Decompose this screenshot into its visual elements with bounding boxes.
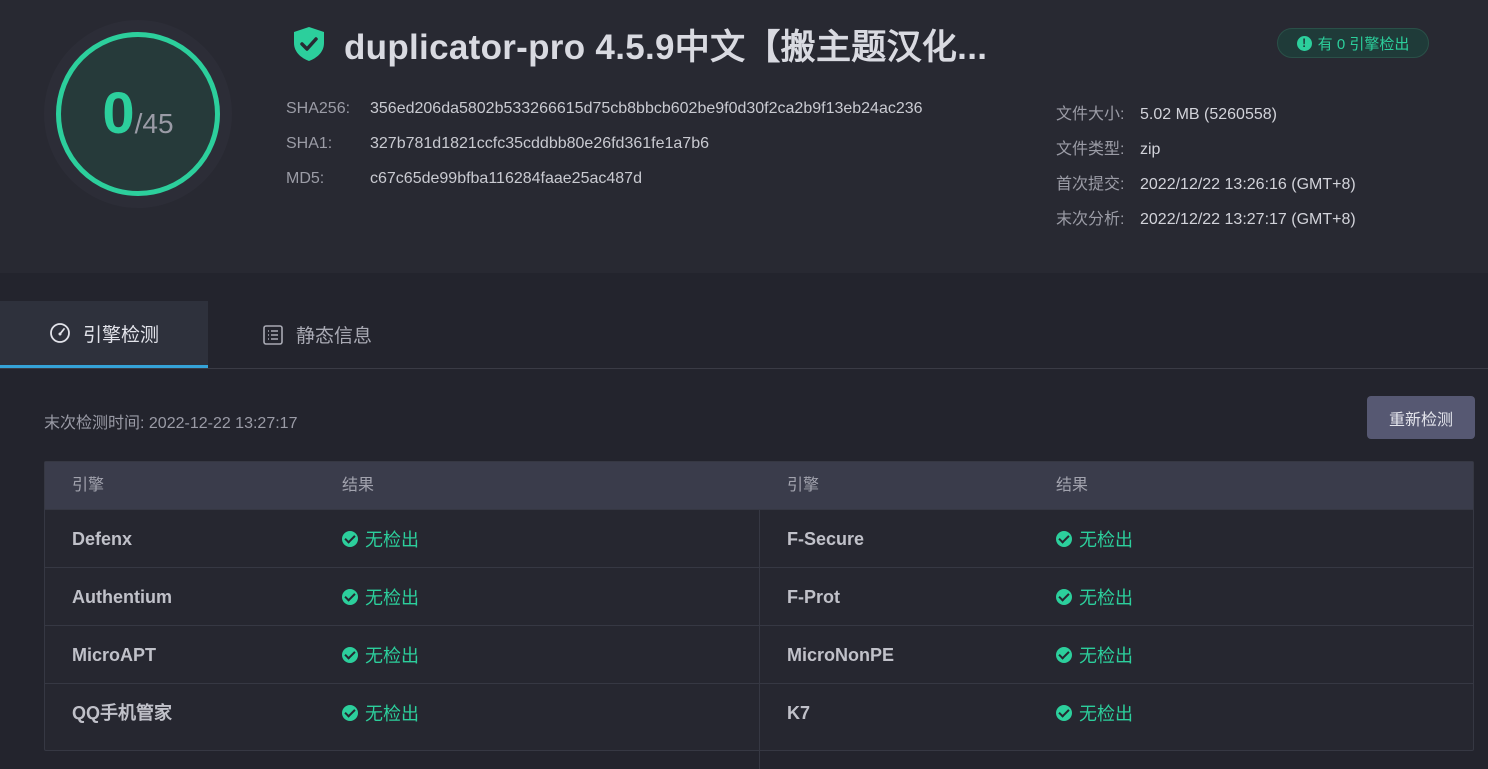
detection-badge: ! 有 0 引擎检出 (1277, 28, 1429, 58)
info-label: 文件类型: (1056, 141, 1125, 158)
check-circle-icon (342, 589, 358, 605)
gauge-icon (50, 323, 70, 343)
check-circle-icon (342, 705, 358, 721)
engine-name: F-Secure (787, 529, 865, 549)
tab-label: 引擎检测 (82, 324, 159, 346)
detection-score: 0 /45 (56, 32, 220, 196)
table-row: QQ手机管家 无检出 K7 无检出 (45, 683, 1473, 742)
result-label: 无检出 (365, 646, 419, 666)
header-result: 结果 (1056, 477, 1089, 494)
info-value: 2022/12/22 13:27:17 (GMT+8) (1140, 211, 1356, 228)
engine-result: 无检出 (1056, 510, 1133, 568)
info-value: 2022/12/22 13:26:16 (GMT+8) (1140, 176, 1356, 193)
detected-count: 0 (102, 81, 135, 146)
engine-name: K7 (787, 703, 811, 723)
tab-label: 静态信息 (296, 326, 373, 347)
rescan-button[interactable]: 重新检测 (1367, 396, 1475, 439)
tab-bar: 引擎检测 静态信息 (0, 301, 1488, 369)
hash-label: MD5: (286, 170, 325, 187)
file-title: duplicator-pro 4.5.9中文【搬主题汉化... (344, 27, 988, 67)
engine-result: 无检出 (342, 684, 419, 742)
shield-check-icon (294, 27, 324, 61)
info-label: 首次提交: (1056, 176, 1125, 193)
result-label: 无检出 (1079, 588, 1133, 608)
table-row: Authentium 无检出 F-Prot 无检出 (45, 567, 1473, 626)
tab-engine-detection[interactable]: 引擎检测 (0, 301, 208, 368)
detection-badge-label: 有 0 引擎检出 (1317, 35, 1410, 53)
engine-name: F-Prot (787, 587, 840, 607)
check-circle-icon (342, 647, 358, 663)
info-last-analysis: 末次分析: 2022/12/22 13:27:17 (GMT+8) (1056, 205, 1356, 229)
hash-label: SHA1: (286, 135, 333, 152)
engine-name: Defenx (72, 529, 133, 549)
file-title-row: duplicator-pro 4.5.9中文【搬主题汉化... (292, 24, 987, 67)
engine-result: 无检出 (342, 510, 419, 568)
info-label: 末次分析: (1056, 211, 1125, 228)
engine-result: 无检出 (1056, 684, 1133, 742)
engine-name: MicroNonPE (787, 645, 895, 665)
engine-result: 无检出 (1056, 626, 1133, 684)
engine-result: 无检出 (342, 568, 419, 626)
list-icon (263, 324, 283, 345)
info-file-size: 文件大小: 5.02 MB (5260558) (1056, 100, 1277, 124)
hash-value: 327b781d1821ccfc35cddbb80e26fd361fe1a7b6 (370, 135, 709, 152)
result-label: 无检出 (1079, 646, 1133, 666)
result-label: 无检出 (365, 530, 419, 550)
info-file-type: 文件类型: zip (1056, 135, 1160, 159)
table-row: MicroAPT 无检出 MicroNonPE 无检出 (45, 625, 1473, 684)
info-first-submit: 首次提交: 2022/12/22 13:26:16 (GMT+8) (1056, 170, 1356, 194)
check-circle-icon (1056, 589, 1072, 605)
result-label: 无检出 (365, 704, 419, 724)
info-value: 5.02 MB (5260558) (1140, 106, 1277, 123)
header-engine: 引擎 (787, 477, 820, 494)
engine-name: QQ手机管家 (72, 703, 173, 723)
info-label: 文件大小: (1056, 106, 1125, 123)
hash-value: 356ed206da5802b533266615d75cb8bbcb602be9… (370, 100, 923, 117)
alert-icon: ! (1296, 35, 1312, 51)
hash-row-md5: MD5: c67c65de99bfba116284faae25ac487d (286, 170, 642, 188)
check-circle-icon (1056, 647, 1072, 663)
result-label: 无检出 (1079, 530, 1133, 550)
header-result: 结果 (342, 477, 375, 494)
hash-row-sha1: SHA1: 327b781d1821ccfc35cddbb80e26fd361fe… (286, 135, 709, 153)
hash-value: c67c65de99bfba116284faae25ac487d (370, 170, 642, 187)
engine-result: 无检出 (1056, 568, 1133, 626)
file-summary-header: 0 /45 duplicator-pro 4.5.9中文【搬主题汉化... ! … (0, 0, 1488, 273)
result-label: 无检出 (1079, 704, 1133, 724)
header-engine: 引擎 (72, 477, 105, 494)
engine-name: Authentium (72, 587, 172, 607)
last-scan-time: 末次检测时间: 2022-12-22 13:27:17 (44, 415, 298, 432)
hash-label: SHA256: (286, 100, 351, 117)
engine-result: 无检出 (342, 626, 419, 684)
hash-row-sha256: SHA256: 356ed206da5802b533266615d75cb8bbc… (286, 100, 923, 118)
engine-results-table: 引擎 结果 引擎 结果 Defenx 无检出 F-Secure 无检出 Auth… (44, 461, 1474, 769)
check-circle-icon (1056, 705, 1072, 721)
info-value: zip (1140, 141, 1161, 158)
table-header: 引擎 结果 引擎 结果 (45, 462, 1473, 509)
result-label: 无检出 (365, 588, 419, 608)
engine-name: MicroAPT (72, 645, 157, 665)
check-circle-icon (1056, 531, 1072, 547)
tab-static-info[interactable]: 静态信息 (262, 301, 372, 368)
total-engines: /45 (134, 108, 174, 139)
table-row: Defenx 无检出 F-Secure 无检出 (45, 509, 1473, 568)
check-circle-icon (342, 531, 358, 547)
